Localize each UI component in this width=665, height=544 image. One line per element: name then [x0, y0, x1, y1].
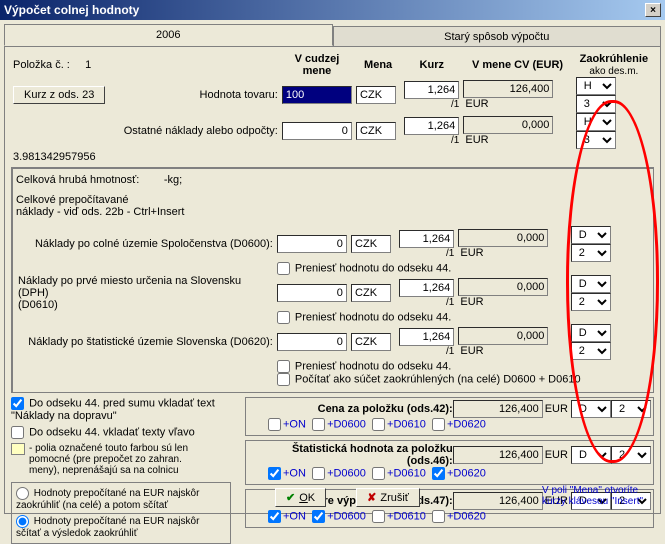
yellow-swatch: [11, 443, 25, 455]
s46-d0610-checkbox[interactable]: [372, 467, 385, 480]
tovar-eur-output: [463, 80, 553, 98]
tovar-zaok-mode[interactable]: H: [576, 77, 616, 95]
col-cudzej: V cudzej mene: [295, 53, 340, 77]
naklady-zaok-dec[interactable]: 3: [576, 131, 616, 149]
s46-value: [453, 446, 543, 464]
d0620-eur: [458, 327, 548, 345]
d0610-label2: (D0610): [18, 299, 58, 311]
window-title: Výpočet colnej hodnoty: [4, 3, 139, 17]
s42-zaok-mode[interactable]: D: [571, 400, 611, 418]
s42-on-checkbox[interactable]: [268, 418, 281, 431]
prepoc-label2: náklady - viď ods. 22b - Ctrl+Insert: [16, 206, 649, 218]
hodnota-tovaru-input[interactable]: [282, 86, 352, 104]
s46-on-checkbox[interactable]: [268, 467, 281, 480]
ostatne-naklady-input[interactable]: [282, 122, 352, 140]
d0620-zaok-mode[interactable]: D: [571, 324, 611, 342]
tovar-zaok-dec[interactable]: 3: [576, 95, 616, 113]
s47-d0610-checkbox[interactable]: [372, 510, 385, 523]
col-mena: Mena: [364, 59, 392, 71]
col-kurz: Kurz: [420, 59, 444, 71]
d0610-zaok-mode[interactable]: D: [571, 275, 611, 293]
d0620-input[interactable]: [277, 333, 347, 351]
s42-d0600-checkbox[interactable]: [312, 418, 325, 431]
naklady-mena-input[interactable]: [356, 122, 396, 140]
ok-button[interactable]: ✔OOKK: [275, 488, 326, 507]
col-zaok-sub: ako des.m.: [589, 66, 638, 77]
tovar-kurz-input[interactable]: [404, 81, 459, 99]
s42-value: [453, 400, 543, 418]
tab-2006[interactable]: 2006: [4, 24, 333, 46]
d0610-mena[interactable]: [351, 284, 391, 302]
naklady-kurz-div: /1: [404, 135, 459, 146]
round-then-sum-radio[interactable]: [16, 487, 29, 500]
d0610-transfer-checkbox[interactable]: [277, 311, 290, 324]
x-icon: ✘: [367, 492, 376, 504]
cancel-button[interactable]: ✘Zrušiť: [356, 488, 420, 507]
d0600-zaok-dec[interactable]: 2: [571, 244, 611, 262]
close-icon[interactable]: ×: [645, 3, 661, 17]
hrub-value: -kg;: [164, 174, 182, 186]
odsek44-left-checkbox[interactable]: [11, 426, 24, 439]
rounding-radio-group: Hodnoty prepočítané na EUR najskôr zaokr…: [11, 482, 231, 544]
d0620-label: Náklady po štatistické územie Slovenska …: [28, 336, 273, 348]
eur-label: EUR: [465, 98, 488, 110]
footer-help-text: V poli "Mena" otvoríte kurzy klávesou "I…: [542, 485, 652, 507]
d0620-mena[interactable]: [351, 333, 391, 351]
naklady-kurz-input[interactable]: [404, 117, 459, 135]
section-42: Cena za položku (ods.42): EUR D 2 +ON +D…: [245, 397, 654, 436]
d0600-input[interactable]: [277, 235, 347, 253]
d0600-zaok-mode[interactable]: D: [571, 226, 611, 244]
d0610-label1: Náklady po prvé miesto určenia na Sloven…: [18, 275, 241, 299]
d0620-sum-checkbox[interactable]: [277, 373, 290, 386]
odsek44-text-checkbox[interactable]: [11, 397, 24, 410]
tabs: 2006 Starý spôsob výpočtu: [4, 24, 661, 46]
hodnota-tovaru-label: Hodnota tovaru:: [111, 89, 278, 101]
ostatne-naklady-label: Ostatné náklady alebo odpočty:: [124, 125, 278, 137]
naklady-eur-output: [463, 116, 553, 134]
naklady-zaok-mode[interactable]: H: [576, 113, 616, 131]
hrub-label: Celková hrubá hmotnosť:: [16, 174, 139, 186]
s47-d0600-checkbox[interactable]: [312, 510, 325, 523]
d0610-zaok-dec[interactable]: 2: [571, 293, 611, 311]
d0600-transfer-checkbox[interactable]: [277, 262, 290, 275]
decimal-note: 3.981342957956: [13, 151, 654, 163]
d0610-input[interactable]: [277, 284, 347, 302]
tab-stary-sposob[interactable]: Starý spôsob výpočtu: [333, 26, 662, 48]
sum-then-round-radio[interactable]: [16, 515, 29, 528]
s42-d0610-checkbox[interactable]: [372, 418, 385, 431]
d0600-mena[interactable]: [351, 235, 391, 253]
titlebar: Výpočet colnej hodnoty ×: [0, 0, 665, 20]
col-zaok: Zaokrúhlenie: [580, 53, 648, 65]
tovar-mena-input[interactable]: [356, 86, 396, 104]
polozka-label: Položka č. :: [13, 59, 70, 71]
d0600-label: Náklady po colné územie Spoločenstva (D0…: [35, 238, 273, 250]
naklady-group: Celková hrubá hmotnosť: -kg; Celkové pre…: [11, 167, 654, 393]
s42-title: Cena za položku (ods.42):: [248, 403, 453, 415]
d0610-eur: [458, 278, 548, 296]
s47-on-checkbox[interactable]: [268, 510, 281, 523]
col-eur: V mene CV (EUR): [472, 59, 563, 71]
s46-title: Štatistická hodnota za položku (ods.46):: [248, 443, 453, 467]
s42-d0620-checkbox[interactable]: [432, 418, 445, 431]
section-46: Štatistická hodnota za položku (ods.46):…: [245, 440, 654, 485]
d0610-kurz[interactable]: [399, 279, 454, 297]
check-icon: ✔: [286, 492, 295, 504]
d0620-transfer-checkbox[interactable]: [277, 360, 290, 373]
s46-zaok-mode[interactable]: D: [571, 446, 611, 464]
s46-zaok-dec[interactable]: 2: [611, 446, 651, 464]
kurz-button[interactable]: Kurz z ods. 23: [13, 86, 105, 104]
d0620-kurz[interactable]: [399, 328, 454, 346]
s47-d0620-checkbox[interactable]: [432, 510, 445, 523]
tovar-kurz-div: /1: [404, 99, 459, 110]
polozka-number: 1: [85, 59, 91, 71]
s47-value: [453, 492, 543, 510]
d0620-zaok-dec[interactable]: 2: [571, 342, 611, 360]
s42-zaok-dec[interactable]: 2: [611, 400, 651, 418]
prepoc-label1: Celkové prepočítavané: [16, 194, 649, 206]
main-panel: Položka č. : 1 V cudzej mene Mena Kurz V…: [4, 46, 661, 514]
s46-d0620-checkbox[interactable]: [432, 467, 445, 480]
d0600-eur: [458, 229, 548, 247]
d0600-kurz[interactable]: [399, 230, 454, 248]
s46-d0600-checkbox[interactable]: [312, 467, 325, 480]
